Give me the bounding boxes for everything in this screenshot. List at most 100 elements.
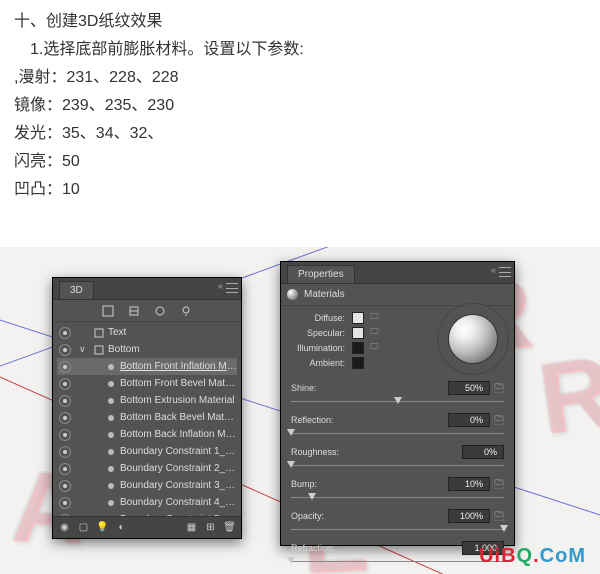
panel-tab-bar: Properties « [281, 262, 514, 284]
visibility-eye-icon[interactable] [59, 344, 71, 356]
footer-icon[interactable]: ▢ [78, 522, 89, 533]
slider-row: Roughness:0% [291, 445, 504, 471]
slider-track[interactable] [291, 429, 504, 439]
material-icon [105, 480, 116, 491]
slider-thumb[interactable] [287, 429, 295, 436]
footer-light-icon[interactable]: 💡 [97, 522, 108, 533]
tree-label: Bottom Back Inflation Mate... [120, 429, 237, 440]
visibility-eye-icon[interactable] [59, 395, 71, 407]
tree-row[interactable]: Bottom Back Inflation Mate... [57, 426, 237, 443]
visibility-eye-icon[interactable] [59, 480, 71, 492]
tab-properties[interactable]: Properties [287, 265, 355, 283]
material-icon [105, 463, 116, 474]
filter-light-icon[interactable] [179, 304, 193, 318]
slider-value-input[interactable]: 0% [448, 413, 490, 427]
ambient-swatch[interactable] [352, 357, 364, 369]
slider-thumb[interactable] [287, 557, 295, 564]
tree-label: Boundary Constraint 3_Bott... [120, 480, 237, 491]
mesh-icon [93, 327, 104, 338]
texture-menu-icon[interactable]: 🗀 [369, 313, 380, 324]
tree-row[interactable]: Boundary Constraint 3_Bott... [57, 477, 237, 494]
tree-row[interactable]: Bottom Front Inflation Mate... [57, 358, 237, 375]
render-icon[interactable]: ▦ [186, 522, 197, 533]
slider-value-input[interactable]: 10% [448, 477, 490, 491]
tree-label: Boundary Constraint 1_Bott... [120, 446, 237, 457]
filter-material-icon[interactable] [153, 304, 167, 318]
texture-menu-icon[interactable]: 🗀 [494, 415, 504, 425]
slider-value-input[interactable]: 100% [448, 509, 490, 523]
panel-properties[interactable]: Properties « Materials Diffuse: 🗀 Specul… [280, 261, 515, 546]
heading: 十、创建3D纸纹效果 [14, 8, 586, 36]
tree-row[interactable]: Bottom Front Bevel Material [57, 375, 237, 392]
tree-row[interactable]: Bottom Extrusion Material [57, 392, 237, 409]
tree-label: Bottom Front Inflation Mate... [120, 361, 237, 372]
tree-label: Boundary Constraint 4_Bott... [120, 497, 237, 508]
tree-row[interactable]: Boundary Constraint 2_Bott... [57, 460, 237, 477]
illumination-swatch[interactable] [352, 342, 364, 354]
tree-row[interactable]: Boundary Constraint 4_Bott... [57, 494, 237, 511]
new-icon[interactable]: ⊞ [205, 522, 216, 533]
visibility-eye-icon[interactable] [59, 412, 71, 424]
diffuse-swatch[interactable] [352, 312, 364, 324]
mesh-icon [93, 344, 104, 355]
bg-letter: R [530, 333, 600, 457]
slider-thumb[interactable] [394, 397, 402, 404]
specular-swatch[interactable] [352, 327, 364, 339]
tree-label: Bottom Extrusion Material [120, 395, 235, 406]
slider-thumb[interactable] [500, 525, 508, 532]
tree-label: Bottom [108, 344, 140, 355]
panel-3d-tree[interactable]: Text ∨ Bottom Bottom Front Inflation Mate..… [53, 322, 241, 530]
panel-menu-icon[interactable] [499, 267, 511, 277]
slider-thumb[interactable] [308, 493, 316, 500]
material-icon [105, 446, 116, 457]
visibility-eye-icon[interactable] [59, 327, 71, 339]
slider-track[interactable] [291, 493, 504, 503]
slider-value-input[interactable]: 0% [462, 445, 504, 459]
texture-menu-icon[interactable]: 🗀 [369, 328, 380, 339]
panel-tab-bar: 3D « [53, 278, 241, 300]
slider-value-input[interactable]: 50% [448, 381, 490, 395]
label-ambient: Ambient: [291, 358, 349, 368]
collapse-icon[interactable]: « [218, 281, 223, 291]
slider-thumb[interactable] [287, 461, 295, 468]
visibility-eye-icon[interactable] [59, 378, 71, 390]
visibility-eye-icon[interactable] [59, 429, 71, 441]
visibility-eye-icon[interactable] [59, 497, 71, 509]
footer-icon[interactable]: ◐ [116, 522, 127, 533]
properties-section-header: Materials [281, 284, 514, 306]
param-illumination: 发光：35、34、32、 [14, 120, 586, 148]
visibility-eye-icon[interactable] [59, 463, 71, 475]
texture-menu-icon[interactable]: 🗀 [494, 383, 504, 393]
texture-menu-icon[interactable]: 🗀 [494, 511, 504, 521]
trash-icon[interactable]: 🗑 [224, 522, 235, 533]
slider-row: Shine:50%🗀 [291, 381, 504, 407]
panel-3d[interactable]: 3D « Text ∨ Bottom Bottom Front Inflation M… [52, 277, 242, 539]
filter-mesh-icon[interactable] [127, 304, 141, 318]
tree-row[interactable]: Boundary Constraint 1_Bott... [57, 443, 237, 460]
filter-scene-icon[interactable] [101, 304, 115, 318]
tree-row[interactable]: ∨ Bottom [57, 341, 237, 358]
slider-track[interactable] [291, 557, 504, 567]
slider-track[interactable] [291, 397, 504, 407]
texture-menu-icon[interactable]: 🗀 [494, 479, 504, 489]
footer-icon[interactable]: ◉ [59, 522, 70, 533]
param-specular: 镜像：239、235、230 [14, 92, 586, 120]
disclosure-icon[interactable]: ∨ [79, 344, 89, 355]
slider-row: Reflection:0%🗀 [291, 413, 504, 439]
slider-row: Bump:10%🗀 [291, 477, 504, 503]
tree-row[interactable]: Bottom Back Bevel Material [57, 409, 237, 426]
properties-body: Diffuse: 🗀 Specular: 🗀 Illumination: 🗀 A… [281, 306, 514, 574]
visibility-eye-icon[interactable] [59, 446, 71, 458]
tree-row[interactable]: Text [57, 324, 237, 341]
tab-3d[interactable]: 3D [59, 281, 94, 299]
material-preview-sphere[interactable] [448, 314, 498, 364]
material-icon [105, 429, 116, 440]
visibility-eye-icon[interactable] [59, 361, 71, 373]
tutorial-text: 十、创建3D纸纹效果 1.选择底部前膨胀材料。设置以下参数: ,漫射：231、2… [0, 0, 600, 204]
collapse-icon[interactable]: « [491, 265, 496, 275]
slider-track[interactable] [291, 525, 504, 535]
texture-menu-icon[interactable]: 🗀 [369, 343, 380, 354]
panel-menu-icon[interactable] [226, 283, 238, 293]
tree-label: Boundary Constraint 2_Bott... [120, 463, 237, 474]
slider-track[interactable] [291, 461, 504, 471]
